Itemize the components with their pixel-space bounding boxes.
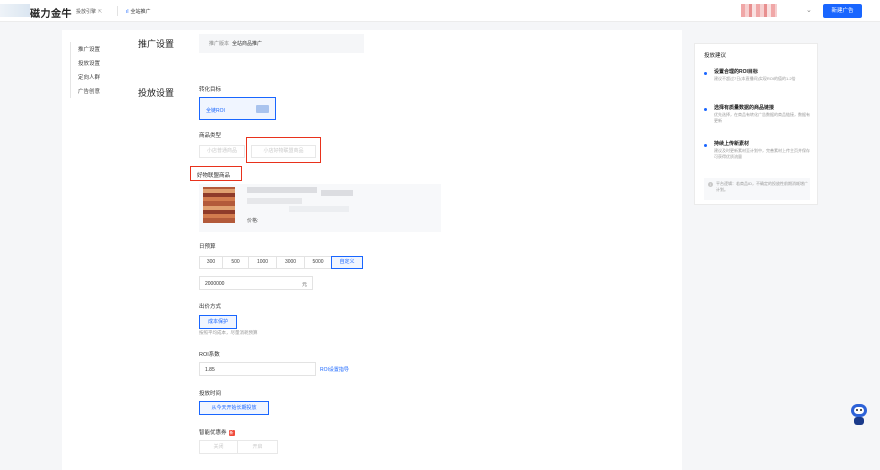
smart-coupon-on[interactable]: 开启 (237, 440, 278, 454)
sidebar-item-creative[interactable]: 广告创意 (78, 85, 100, 99)
product-meta-blur (247, 198, 302, 204)
logo (0, 4, 30, 17)
budget-option-1000[interactable]: 1000 (248, 256, 277, 269)
new-ad-button[interactable]: 新建广告 (823, 4, 862, 18)
new-badge: 新 (228, 430, 235, 436)
smart-coupon-off[interactable]: 关闭 (199, 440, 238, 454)
budget-options: 300 500 1000 3000 5000 自定义 (199, 256, 363, 269)
promo-version-value: 全站商品推广 (232, 41, 263, 47)
brand-name: 磁力金牛 (30, 9, 72, 20)
promo-version-label: 推广版本 (209, 41, 230, 47)
nav-promo-tab[interactable]: ıl 全站推广 (126, 8, 151, 15)
tips-footer-text: 平台逻辑：若商品ID，不确定的投放性前期消耗增广计划。 (716, 181, 808, 192)
budget-option-500[interactable]: 500 (222, 256, 249, 269)
selected-product-card[interactable]: 价格: (199, 184, 441, 232)
budget-value: 2000000 (205, 280, 225, 287)
bid-method-hint: 按照平均成本，尽量消耗预算 (199, 330, 258, 335)
bullet-icon (704, 108, 707, 111)
tip-desc: 优先选择，在商品有转化广告数据的商品链接，数据有更新 (714, 112, 810, 123)
promo-version-field: 推广版本 全站商品推广 (199, 34, 364, 53)
account-name: 投放引擎 (76, 9, 97, 15)
user-avatar[interactable] (741, 4, 777, 17)
bot-eye (860, 409, 862, 411)
promo-settings-title: 推广设置 (138, 39, 175, 49)
tip-desc: 建议及时更新素材至计划中，完善素材上传主页并保存可获得优质流量 (714, 148, 810, 159)
product-thumbnail (203, 187, 235, 223)
budget-option-5000[interactable]: 5000 (304, 256, 332, 269)
roi-illustration-icon (256, 105, 269, 113)
conversion-goal-roi-option[interactable]: 全链ROI (199, 97, 276, 120)
budget-option-300[interactable]: 300 (199, 256, 223, 269)
delivery-settings-title: 投放设置 (138, 88, 175, 98)
delivery-time-longterm[interactable]: 从今天开始长期投放 (199, 401, 269, 415)
tip-heading: 持续上传新素材 (714, 141, 750, 147)
bot-eye (856, 409, 858, 411)
sidebar-divider (70, 42, 71, 98)
top-bar: 磁力金牛 投放引擎 ⇱ ıl 全站推广 ⌄ 新建广告 (0, 0, 880, 22)
budget-input[interactable]: 2000000 元 (199, 276, 313, 290)
tip-desc: 建议不超过7日(本直播间)实现ROI的值的1.2倍 (714, 76, 796, 81)
chart-icon: ıl (126, 9, 129, 15)
delivery-time-label: 投放时间 (199, 391, 222, 397)
budget-option-custom[interactable]: 自定义 (331, 256, 363, 269)
info-icon: ! (708, 182, 713, 187)
roi-coefficient-label: ROI系数 (199, 352, 220, 358)
conversion-goal-value: 全链ROI (206, 108, 225, 114)
roi-coefficient-value: 1.85 (205, 366, 215, 373)
highlight-box (246, 137, 321, 163)
sidebar-item-promo-settings[interactable]: 推广设置 (78, 43, 100, 57)
tips-footer: ! 平台逻辑：若商品ID，不确定的投放性前期消耗增广计划。 (704, 178, 810, 200)
sidebar-item-targeting[interactable]: 定向人群 (78, 71, 100, 85)
product-meta-blur (289, 206, 349, 212)
account-switcher[interactable]: 投放引擎 ⇱ (76, 8, 102, 15)
tip-heading: 选择有质量数据的商品链接 (714, 105, 775, 111)
bullet-icon (704, 144, 707, 147)
product-price-label: 价格: (247, 218, 259, 224)
bullet-icon (704, 72, 707, 75)
nav-promo-label: 全站推广 (130, 9, 151, 15)
sidebar-item-delivery-settings[interactable]: 投放设置 (78, 57, 100, 71)
tip-heading: 设置合理的ROI目标 (714, 69, 758, 75)
smart-coupon-label: 智能优惠券新 (199, 428, 235, 436)
product-title-blur (247, 187, 317, 193)
bid-method-label: 出价方式 (199, 304, 222, 310)
bot-body (854, 417, 864, 425)
roi-coefficient-input[interactable]: 1.85 (199, 362, 316, 376)
budget-option-3000[interactable]: 3000 (276, 256, 305, 269)
roi-guide-link[interactable]: ROI设置指导 (320, 366, 349, 373)
conversion-goal-label: 转化目标 (199, 87, 222, 93)
sidebar: 推广设置 投放设置 定向人群 广告创意 (78, 43, 100, 99)
bid-method-cost-protect[interactable]: 成本保护 (199, 315, 237, 329)
external-link-icon: ⇱ (98, 9, 103, 15)
highlight-box (190, 166, 242, 181)
smart-coupon-text: 智能优惠券 (199, 430, 227, 436)
divider (117, 6, 118, 16)
tips-title: 投放建议 (704, 53, 727, 59)
product-title-blur (321, 190, 353, 196)
chevron-down-icon[interactable]: ⌄ (806, 6, 812, 14)
product-type-label: 商品类型 (199, 133, 222, 139)
assistant-bot-icon[interactable] (849, 402, 869, 426)
budget-label: 日预算 (199, 244, 216, 250)
budget-unit: 元 (301, 281, 307, 288)
product-type-option-store[interactable]: 小店普通商品 (199, 145, 245, 158)
delivery-tips-panel: 投放建议 设置合理的ROI目标 建议不超过7日(本直播间)实现ROI的值的1.2… (694, 43, 818, 205)
